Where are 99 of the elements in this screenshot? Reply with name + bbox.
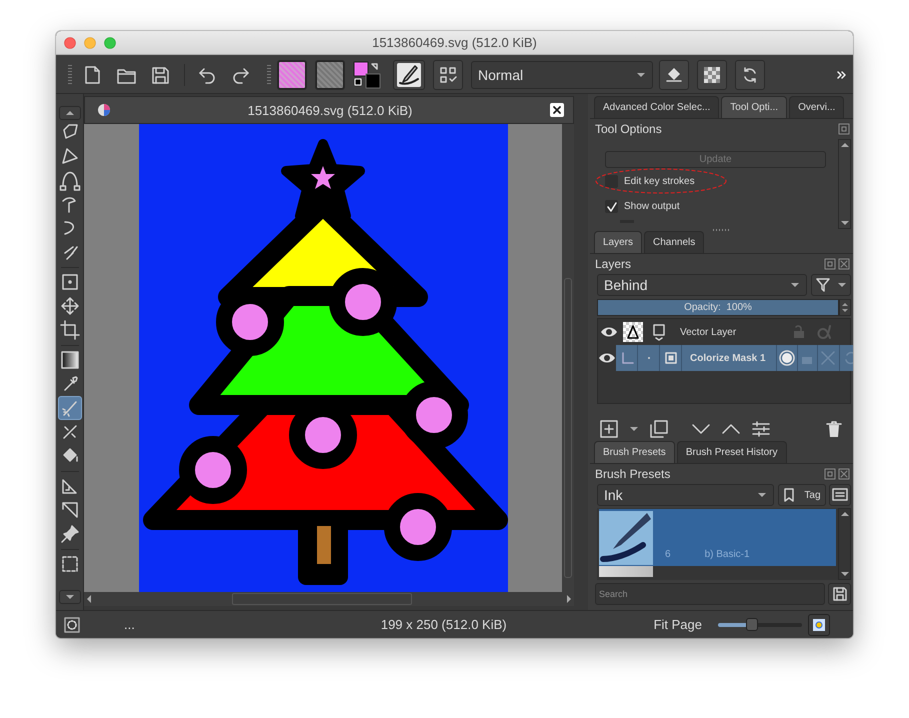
krita-logo-icon bbox=[97, 103, 111, 117]
save-icon bbox=[832, 586, 848, 602]
close-window-icon[interactable] bbox=[64, 37, 76, 49]
caret-icon bbox=[757, 492, 767, 498]
close-icon bbox=[838, 468, 850, 480]
grid-icon[interactable] bbox=[438, 64, 458, 84]
vertical-scrollbar[interactable] bbox=[562, 124, 574, 592]
dock-tab[interactable]: Tool Opti... bbox=[721, 96, 788, 118]
tile-icon bbox=[812, 618, 826, 632]
scroll-down-button[interactable] bbox=[58, 590, 80, 604]
pattern-swatch[interactable] bbox=[316, 60, 344, 88]
move-tool-icon bbox=[58, 295, 80, 317]
dock-tab[interactable]: Overvi... bbox=[789, 96, 844, 118]
selection-info: ... bbox=[124, 617, 135, 632]
checkmark-icon bbox=[606, 200, 618, 212]
filter-button[interactable] bbox=[811, 274, 851, 296]
wrap-around-button[interactable] bbox=[808, 614, 830, 636]
image-info: 199 x 250 (512.0 KiB) bbox=[380, 617, 507, 632]
vertical-scrollbar[interactable] bbox=[838, 139, 851, 229]
dock-tab[interactable]: Channels bbox=[644, 231, 704, 253]
tag-dropdown[interactable]: Ink bbox=[597, 484, 774, 506]
up-arrow-icon bbox=[840, 142, 850, 148]
vector-layer-icon bbox=[652, 323, 666, 341]
caret-icon bbox=[636, 72, 646, 78]
float-icon bbox=[824, 258, 836, 270]
dock-tab[interactable]: Brush Presets bbox=[594, 441, 675, 463]
down-arrow-icon bbox=[841, 308, 849, 313]
eye-icon[interactable] bbox=[600, 325, 618, 339]
down-arrow-icon bbox=[840, 220, 850, 226]
selection-icon[interactable] bbox=[64, 616, 80, 632]
caret-icon bbox=[836, 282, 846, 288]
window-title: 1513860469.svg (512.0 KiB) bbox=[372, 35, 537, 50]
up-arrow-icon bbox=[64, 110, 74, 116]
up-arrow-icon bbox=[840, 511, 850, 517]
tag-button[interactable]: Tag bbox=[778, 484, 826, 506]
colorize-brush-button[interactable] bbox=[58, 396, 82, 420]
bezier-tool-icon bbox=[58, 169, 80, 191]
scroll-up-button[interactable] bbox=[58, 106, 80, 120]
properties-icon[interactable] bbox=[751, 419, 771, 439]
crop-tool-icon bbox=[58, 319, 80, 341]
checkbox[interactable] bbox=[605, 175, 618, 188]
zoom-thumb[interactable] bbox=[746, 618, 758, 630]
checkbox[interactable] bbox=[605, 200, 618, 213]
colorize-icon[interactable] bbox=[778, 350, 795, 366]
document-title: 1513860469.svg (512.0 KiB) bbox=[248, 102, 412, 118]
blending-mode-dropdown[interactable]: Behind bbox=[597, 274, 807, 296]
color-swatches-icon[interactable] bbox=[353, 60, 381, 88]
up-arrow-icon bbox=[841, 302, 849, 307]
spin-buttons[interactable] bbox=[839, 299, 851, 316]
duplicate-icon[interactable] bbox=[649, 419, 669, 439]
panel-title: Brush Presets bbox=[595, 467, 670, 481]
save-preset-button[interactable] bbox=[828, 583, 851, 605]
checkbox-label: Show output bbox=[624, 201, 680, 212]
down-arrow-icon bbox=[840, 571, 850, 577]
brush-thumbnail bbox=[599, 566, 653, 577]
eye-icon[interactable] bbox=[598, 351, 616, 365]
vertical-scrollbar[interactable] bbox=[838, 508, 851, 580]
layer-name: Vector Layer bbox=[679, 326, 738, 338]
right-arrow-icon bbox=[566, 594, 572, 604]
pen-brush-thumbnail bbox=[599, 510, 653, 564]
opacity-slider[interactable]: Opacity: 100% bbox=[597, 299, 839, 316]
caret-icon bbox=[790, 282, 800, 288]
list-view-icon bbox=[832, 487, 848, 503]
left-arrow-icon bbox=[86, 594, 92, 604]
panel-title: Layers bbox=[595, 257, 632, 271]
chevrons-icon[interactable] bbox=[836, 68, 847, 80]
crop-tool-button[interactable] bbox=[58, 318, 82, 342]
gradient-swatch[interactable] bbox=[278, 60, 306, 88]
search-field[interactable]: Search bbox=[595, 583, 825, 605]
layer-row[interactable]: Colorize Mask 1 bbox=[616, 345, 853, 371]
preset-number: 6 bbox=[665, 549, 671, 560]
pin-icon bbox=[58, 523, 80, 545]
mask-icon bbox=[664, 352, 676, 364]
trash-icon[interactable] bbox=[824, 419, 844, 439]
down-arrow-icon bbox=[64, 594, 74, 600]
float-icon bbox=[838, 123, 850, 135]
caret-icon bbox=[629, 426, 639, 432]
dock-tab[interactable]: Brush Preset History bbox=[676, 441, 787, 463]
dot-icon bbox=[646, 356, 650, 360]
brush-icon[interactable] bbox=[396, 62, 422, 88]
gradient-tool-icon bbox=[58, 349, 80, 371]
horizontal-scrollbar[interactable] bbox=[84, 592, 574, 606]
dock-tab[interactable]: Layers bbox=[594, 231, 642, 253]
preset-name: b) Basic-1 bbox=[704, 549, 750, 560]
filter-icon bbox=[816, 278, 830, 292]
add-layer-icon[interactable] bbox=[599, 419, 619, 439]
dock-tab[interactable]: Advanced Color Selec... bbox=[594, 96, 720, 118]
panel-title: Tool Options bbox=[595, 122, 662, 136]
layer-name: Colorize Mask 1 bbox=[689, 352, 767, 364]
bookmark-icon bbox=[783, 488, 796, 502]
blend-mode-dropdown[interactable]: Normal bbox=[471, 60, 653, 88]
zoom-mode-label[interactable]: Fit Page bbox=[654, 617, 702, 632]
indent-icon bbox=[620, 351, 634, 365]
float-icon bbox=[824, 468, 836, 480]
checkbox-label: Edit key strokes bbox=[624, 176, 695, 187]
checkerboard-icon[interactable] bbox=[702, 64, 722, 84]
view-mode-button[interactable] bbox=[829, 484, 851, 506]
close-icon bbox=[838, 258, 850, 270]
close-document-icon[interactable] bbox=[548, 102, 565, 118]
